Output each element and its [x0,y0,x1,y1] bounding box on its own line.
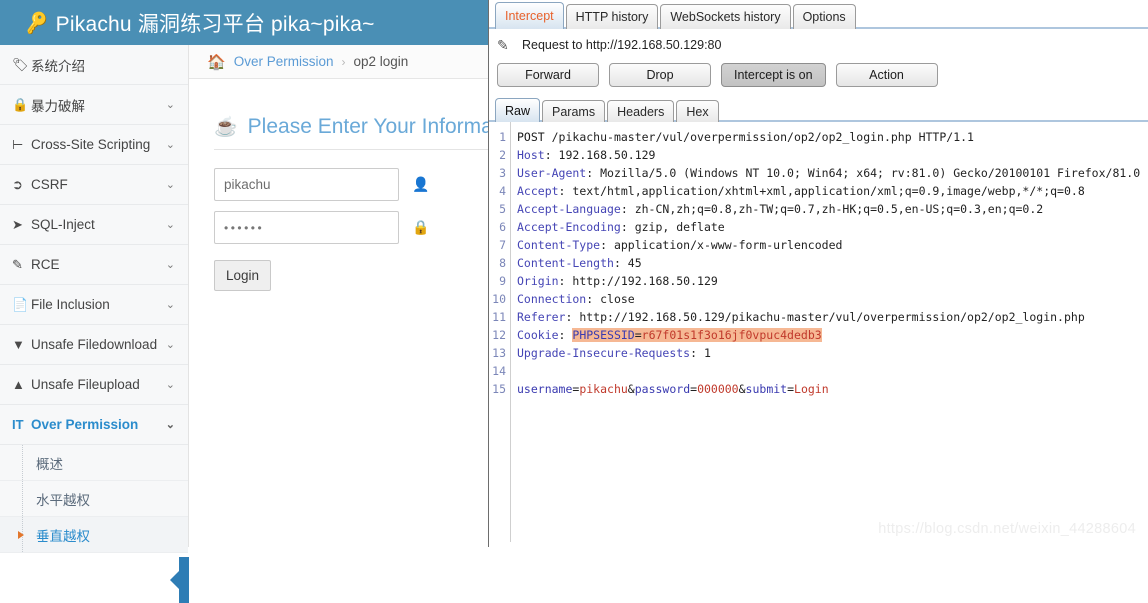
chevron-down-icon: ⌄ [165,259,175,271]
selected-marker-icon [18,530,24,539]
sidebar-item-cross-site-scripting[interactable]: ⊢ Cross-Site Scripting ⌄ [0,125,188,165]
sidebar-subitem-overview[interactable]: 概述 [0,445,188,481]
sidebar-item-sql-inject[interactable]: ➤ SQL-Inject ⌄ [0,205,188,245]
line-number-gutter: 1 2 3 4 5 6 7 8 9 10 11 12 13 14 15 [489,122,511,542]
sidebar-item-label: Cross-Site Scripting [31,137,151,152]
chevron-down-icon: ⌄ [165,99,175,111]
app-title: Pikachu 漏洞练习平台 pika~pika~ [55,12,375,36]
sidebar-subitem-vertical[interactable]: 垂直越权 [0,517,188,553]
tab-options[interactable]: Options [792,4,856,29]
sidebar-item-label: SQL-Inject [31,217,95,232]
file-icon: 📄 [12,296,29,312]
text-icon: IT [12,417,24,432]
download-icon: ▼ [12,337,25,352]
raw-request-text[interactable]: POST /pikachu-master/vul/overpermission/… [511,122,1148,542]
plane-icon: ➤ [12,216,23,232]
action-button[interactable]: Action [835,63,938,87]
chevron-down-icon: ⌄ [165,219,175,231]
login-button[interactable]: Login [214,260,271,291]
burp-main-tabs: Intercept HTTP history WebSockets histor… [489,0,1148,29]
sidebar-item-file-inclusion[interactable]: 📄 File Inclusion ⌄ [0,285,188,325]
sidebar-item-over-permission[interactable]: IT Over Permission ⌄ [0,405,188,445]
chevron-down-icon: ⌄ [165,419,175,431]
sidebar-item-label: 系统介绍 [31,58,85,74]
sidebar-item-system-intro[interactable]: 🏷 系统介绍 [0,45,188,85]
sidebar-item-label: CSRF [31,177,68,192]
sidebar-item-label: Unsafe Filedownload [31,337,158,352]
burp-action-buttons: Forward Drop Intercept is on Action [489,59,1148,95]
chevron-down-icon: ⌄ [165,139,175,151]
sidebar-item-label: Over Permission [31,417,139,432]
drop-button[interactable]: Drop [609,63,711,87]
pencil-icon: ✎ [12,256,23,272]
forward-button[interactable]: Forward [497,63,599,87]
tab-http-history[interactable]: HTTP history [565,4,659,29]
burp-suite-window: Intercept HTTP history WebSockets histor… [488,0,1148,547]
padlock-icon: 🔒 [412,219,430,235]
sidebar-active-pointer [170,557,189,603]
sidebar-item-brute-force[interactable]: 🔒 暴力破解 ⌄ [0,85,188,125]
sidebar: 🏷 系统介绍 🔒 暴力破解 ⌄ ⊢ Cross-Site Scripting ⌄… [0,45,189,603]
sidebar-item-unsafe-fileupload[interactable]: ▲ Unsafe Fileupload ⌄ [0,365,188,405]
breadcrumb-parent[interactable]: Over Permission [234,54,334,69]
form-heading: Please Enter Your Information [247,115,527,138]
breadcrumb-current: op2 login [353,54,409,69]
sidebar-subitem-label: 概述 [36,456,63,472]
request-target-row: ✎ Request to http://192.168.50.129:80 [489,29,1148,59]
share-icon: ➲ [12,176,23,192]
chevron-down-icon: ⌄ [165,379,175,391]
tab-raw[interactable]: Raw [495,98,541,122]
raw-request-editor[interactable]: 1 2 3 4 5 6 7 8 9 10 11 12 13 14 15 POST /pikachu-mast… [489,122,1148,542]
upload-icon: ▲ [12,377,25,392]
tab-hex[interactable]: Hex [676,100,719,122]
chevron-down-icon: ⌄ [165,179,175,191]
sidebar-subitem-label: 垂直越权 [36,528,90,544]
coffee-cup-icon: ☕ [214,117,238,138]
request-target-text: Request to http://192.168.50.129:80 [522,38,722,52]
form-divider [214,149,489,150]
sidebar-item-csrf[interactable]: ➲ CSRF ⌄ [0,165,188,205]
sidebar-subitem-horizontal[interactable]: 水平越权 [0,481,188,517]
burp-view-tabs: Raw Params Headers Hex [489,97,1148,122]
breadcrumb-separator: › [341,54,346,69]
tab-params[interactable]: Params [542,100,606,122]
user-icon: 👤 [412,176,430,192]
tab-websockets-history[interactable]: WebSockets history [660,4,791,29]
sidebar-item-rce[interactable]: ✎ RCE ⌄ [0,245,188,285]
chevron-down-icon: ⌄ [165,339,175,351]
lock-icon: 🔒 [12,96,29,112]
tab-headers[interactable]: Headers [607,100,675,122]
sidebar-item-label: 暴力破解 [31,98,85,114]
sidebar-item-unsafe-filedownload[interactable]: ▼ Unsafe Filedownload ⌄ [0,325,188,365]
intercept-toggle-button[interactable]: Intercept is on [721,63,826,87]
xss-icon: ⊢ [12,136,24,152]
pencil-icon: ✎ [497,37,509,53]
tag-icon: 🏷 [12,56,29,72]
sidebar-item-label: RCE [31,257,60,272]
chevron-down-icon: ⌄ [165,299,175,311]
sidebar-item-label: Unsafe Fileupload [31,377,140,392]
tab-intercept[interactable]: Intercept [495,2,564,29]
sidebar-item-label: File Inclusion [31,297,110,312]
home-icon[interactable]: 🏠 [207,53,226,71]
key-icon: 🔑 [23,10,51,36]
password-input[interactable]: •••••• [214,211,399,244]
sidebar-subitem-label: 水平越权 [36,492,90,508]
username-input[interactable]: pikachu [214,168,399,201]
